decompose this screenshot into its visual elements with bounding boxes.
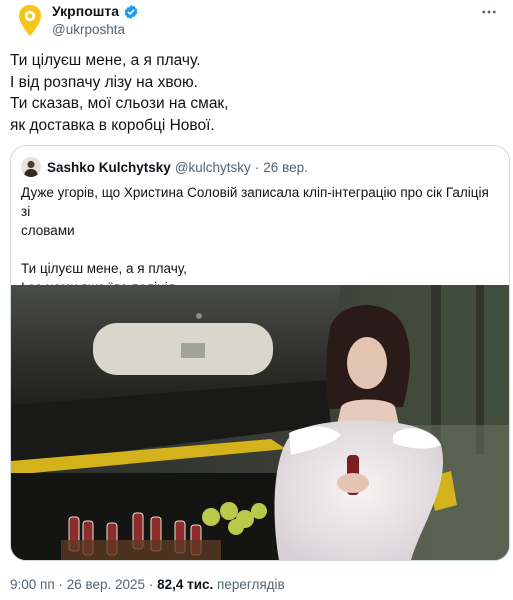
tweet-line: Ти цілуєш мене, а я плачу.	[10, 52, 201, 69]
quote-separator: ·	[254, 159, 260, 175]
verified-badge-icon	[124, 4, 138, 19]
avatar[interactable]	[10, 0, 50, 40]
quote-header: Sashko Kulchytsky @kulchytsky · 26 вер.	[21, 157, 308, 177]
meta-separator: ·	[148, 577, 154, 592]
quote-line-gap	[21, 240, 499, 259]
handle[interactable]: @ukrposhta	[52, 21, 139, 39]
quote-line: Дуже угорів, що Христина Соловій записал…	[21, 185, 489, 219]
views-label: переглядів	[217, 577, 285, 592]
ukrposhta-logo-icon	[19, 5, 41, 36]
display-name[interactable]: Укрпошта	[52, 3, 119, 20]
meta-separator: ·	[58, 577, 63, 592]
tweet-line: як доставка в коробці Нової.	[10, 116, 215, 134]
quote-author-name: Sashko Kulchytsky	[47, 159, 171, 175]
more-options-button[interactable]	[479, 2, 499, 22]
post-time[interactable]: 9:00 пп	[10, 577, 55, 592]
quote-media-image[interactable]	[11, 285, 509, 560]
quote-line: Ти цілуєш мене, а я плачу,	[21, 261, 187, 276]
more-horizontal-icon	[482, 10, 496, 14]
tweet-line: Ти сказав, мої сльози на смак,	[10, 95, 229, 112]
quote-text: Дуже угорів, що Христина Соловій записал…	[21, 183, 499, 297]
video-still-image	[11, 285, 509, 560]
quote-avatar	[21, 157, 41, 177]
views-count: 82,4 тис.	[157, 577, 214, 592]
quote-author-handle: @kulchytsky	[174, 159, 251, 175]
quoted-tweet-card[interactable]: Sashko Kulchytsky @kulchytsky · 26 вер. …	[10, 145, 510, 561]
author-names: Укрпошта @ukrposhta	[52, 3, 139, 39]
quote-date: 26 вер.	[263, 159, 308, 175]
tweet-line: І від розпачу лізу на хвою.	[10, 73, 198, 91]
tweet-header: Укрпошта @ukrposhta	[10, 0, 503, 40]
quote-line: словами	[21, 223, 75, 238]
tweet-text: Ти цілуєш мене, а я плачу. І від розпачу…	[10, 50, 500, 136]
tweet-meta: 9:00 пп · 26 вер. 2025 · 82,4 тис. перег…	[10, 576, 285, 594]
post-date[interactable]: 26 вер. 2025	[67, 577, 145, 592]
user-avatar-icon	[21, 157, 41, 177]
display-name-row: Укрпошта	[52, 3, 139, 20]
